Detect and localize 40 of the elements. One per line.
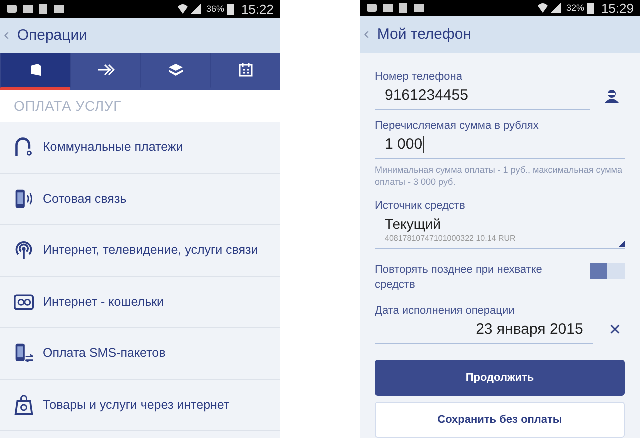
date-field[interactable]: 23 января 2015: [375, 317, 594, 344]
layers-icon: [168, 64, 182, 76]
double-arrow-icon: [96, 64, 114, 76]
phone-exchange-icon: [14, 343, 34, 364]
field-label: Перечисляемая сумма в рублях: [375, 120, 540, 132]
mobile-phone-icon: [14, 188, 34, 209]
notification-icons: [6, 3, 66, 15]
notification-icons: [366, 2, 426, 14]
toggle-label: Повторять позднее при нехватке средств: [375, 263, 544, 293]
contact-icon[interactable]: [605, 89, 619, 104]
calendar-icon: [238, 63, 252, 77]
continue-button[interactable]: Продолжить: [375, 360, 625, 396]
status-time: 15:22: [241, 2, 274, 16]
amount-field[interactable]: 1 000: [375, 132, 625, 159]
field-label: Дата исполнения операции: [375, 305, 516, 317]
wallet-icon: [28, 63, 42, 77]
phone-field[interactable]: 9161234455: [375, 82, 590, 110]
screen-title: Мой телефон: [377, 26, 472, 44]
battery-icon: [227, 3, 234, 15]
battery-percent: 32%: [566, 3, 584, 14]
battery-icon: [587, 2, 594, 14]
clear-button[interactable]: ×: [605, 319, 625, 342]
dropdown-corner-icon: [619, 241, 625, 248]
save-button[interactable]: Сохранить без оплаты: [375, 402, 625, 438]
tab[interactable]: [0, 53, 70, 90]
antenna-icon: [14, 240, 34, 260]
shopping-bag-icon: [14, 394, 34, 415]
wifi-signal-icon: [537, 2, 564, 14]
field-label: Источник средств: [375, 200, 466, 212]
screen-title: Операции: [17, 27, 88, 44]
e-wallet-icon: [14, 292, 34, 312]
faucet-icon: [14, 137, 34, 158]
toggle-switch[interactable]: [590, 263, 625, 280]
wifi-signal-icon: [177, 3, 204, 15]
field-label: Номер телефона: [375, 70, 464, 83]
field-hint: Минимальная сумма оплаты - 1 руб., максимальная сумма оплаты - 3 000 руб.: [375, 164, 624, 188]
section-title: ОПЛАТА УСЛУГ: [0, 90, 280, 122]
status-time: 15:29: [601, 0, 634, 16]
source-dropdown[interactable]: Текущий 40817810747101000322 10.14 RUR: [375, 212, 625, 250]
battery-percent: 36%: [206, 4, 224, 14]
